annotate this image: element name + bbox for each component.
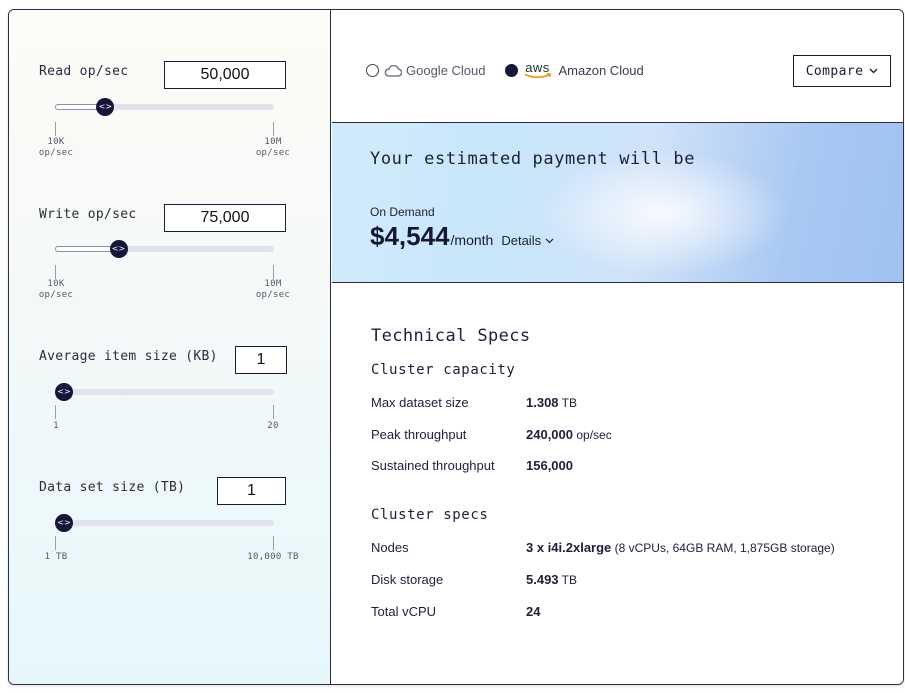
spec-row-label: Max dataset size [371, 395, 469, 410]
spec-row-value: 240,000 op/sec [526, 427, 612, 442]
slider-min-label: 1 [53, 421, 59, 431]
estimate-banner: Your estimated payment will be On Demand… [332, 122, 903, 283]
slider-min-tick [55, 536, 56, 550]
spec-row-value: 3 x i4i.2xlarge (8 vCPUs, 64GB RAM, 1,87… [526, 540, 835, 555]
spec-row-label: Total vCPU [371, 604, 437, 619]
write-ops-input[interactable]: 75,000 [164, 204, 286, 232]
read-ops-slider[interactable]: <> [55, 98, 274, 116]
price-period: /month [450, 232, 494, 248]
slider-min-label: 10K op/sec [38, 279, 74, 300]
compare-button[interactable]: Compare [793, 55, 891, 87]
spec-row-value: 5.493 TB [526, 572, 578, 587]
plan-label: On Demand [370, 205, 435, 219]
item-size-slider[interactable]: <> [55, 383, 274, 401]
slider-max-tick [273, 265, 274, 279]
provider-option-amazon[interactable]: aws Amazon Cloud [504, 61, 644, 79]
slider-max-label: 20 [267, 421, 279, 431]
dataset-size-slider[interactable]: <> [55, 514, 274, 532]
spec-row-value: 156,000 [526, 458, 573, 473]
input-panel: Read op/sec 50,000 <> 10K op/sec 10M op/se… [9, 10, 331, 684]
slider-handle-icon[interactable]: <> [96, 98, 115, 116]
slider-min-label: 1 TB [44, 552, 68, 562]
price-value: $4,544 [370, 221, 450, 251]
slider-min-tick [55, 122, 56, 136]
dataset-size-input[interactable]: 1 [217, 477, 286, 505]
spec-row-value: 24 [526, 604, 541, 619]
slider-min-label: 10K op/sec [38, 137, 74, 158]
google-cloud-icon [384, 64, 402, 77]
write-ops-slider[interactable]: <> [55, 240, 274, 258]
chevron-down-icon [545, 238, 554, 243]
spec-row-label: Nodes [371, 540, 409, 555]
read-ops-input[interactable]: 50,000 [164, 61, 286, 89]
slider-max-label: 10M op/sec [255, 279, 291, 300]
provider-option-google[interactable]: Google Cloud [366, 63, 486, 78]
item-size-label: Average item size (KB) [39, 349, 218, 364]
spec-row-label: Peak throughput [371, 427, 467, 442]
spec-row-label: Sustained throughput [371, 458, 495, 473]
slider-max-label: 10,000 TB [247, 552, 299, 562]
estimate-title: Your estimated payment will be [370, 149, 696, 169]
details-toggle[interactable]: Details [501, 233, 554, 248]
slider-handle-icon[interactable]: <> [55, 383, 73, 401]
details-label: Details [501, 233, 542, 248]
chevron-down-icon [869, 68, 878, 74]
write-ops-label: Write op/sec [39, 207, 137, 222]
provider-label-amazon: Amazon Cloud [558, 63, 644, 78]
slider-max-tick [273, 405, 274, 419]
aws-logo-icon: aws [524, 61, 552, 79]
compare-button-label: Compare [805, 63, 864, 79]
item-size-input[interactable]: 1 [235, 346, 287, 374]
slider-handle-icon[interactable]: <> [109, 240, 128, 258]
cluster-specs-title: Cluster specs [371, 507, 489, 523]
result-panel: Google Cloud aws Amazon Cloud Compare Yo… [332, 10, 903, 684]
provider-label-google: Google Cloud [406, 63, 486, 78]
spec-row-value: 1.308 TB [526, 395, 578, 410]
slider-fill [55, 246, 119, 252]
read-ops-label: Read op/sec [39, 64, 129, 79]
pricing-calculator-card: Read op/sec 50,000 <> 10K op/sec 10M op/se… [8, 9, 904, 685]
specs-title: Technical Specs [371, 326, 531, 346]
cluster-capacity-title: Cluster capacity [371, 362, 516, 378]
slider-handle-icon[interactable]: <> [55, 514, 73, 532]
slider-min-tick [55, 405, 56, 419]
slider-max-label: 10M op/sec [255, 137, 291, 158]
slider-max-tick [273, 536, 274, 550]
dataset-size-label: Data set size (TB) [39, 480, 186, 495]
radio-google[interactable] [366, 64, 379, 77]
radio-amazon[interactable] [504, 64, 518, 77]
slider-min-tick [55, 265, 56, 279]
estimate-amount: $4,544 /month Details [370, 221, 554, 252]
cloud-provider-selector: Google Cloud aws Amazon Cloud [366, 61, 644, 79]
spec-row-label: Disk storage [371, 572, 444, 587]
slider-max-tick [273, 122, 274, 136]
